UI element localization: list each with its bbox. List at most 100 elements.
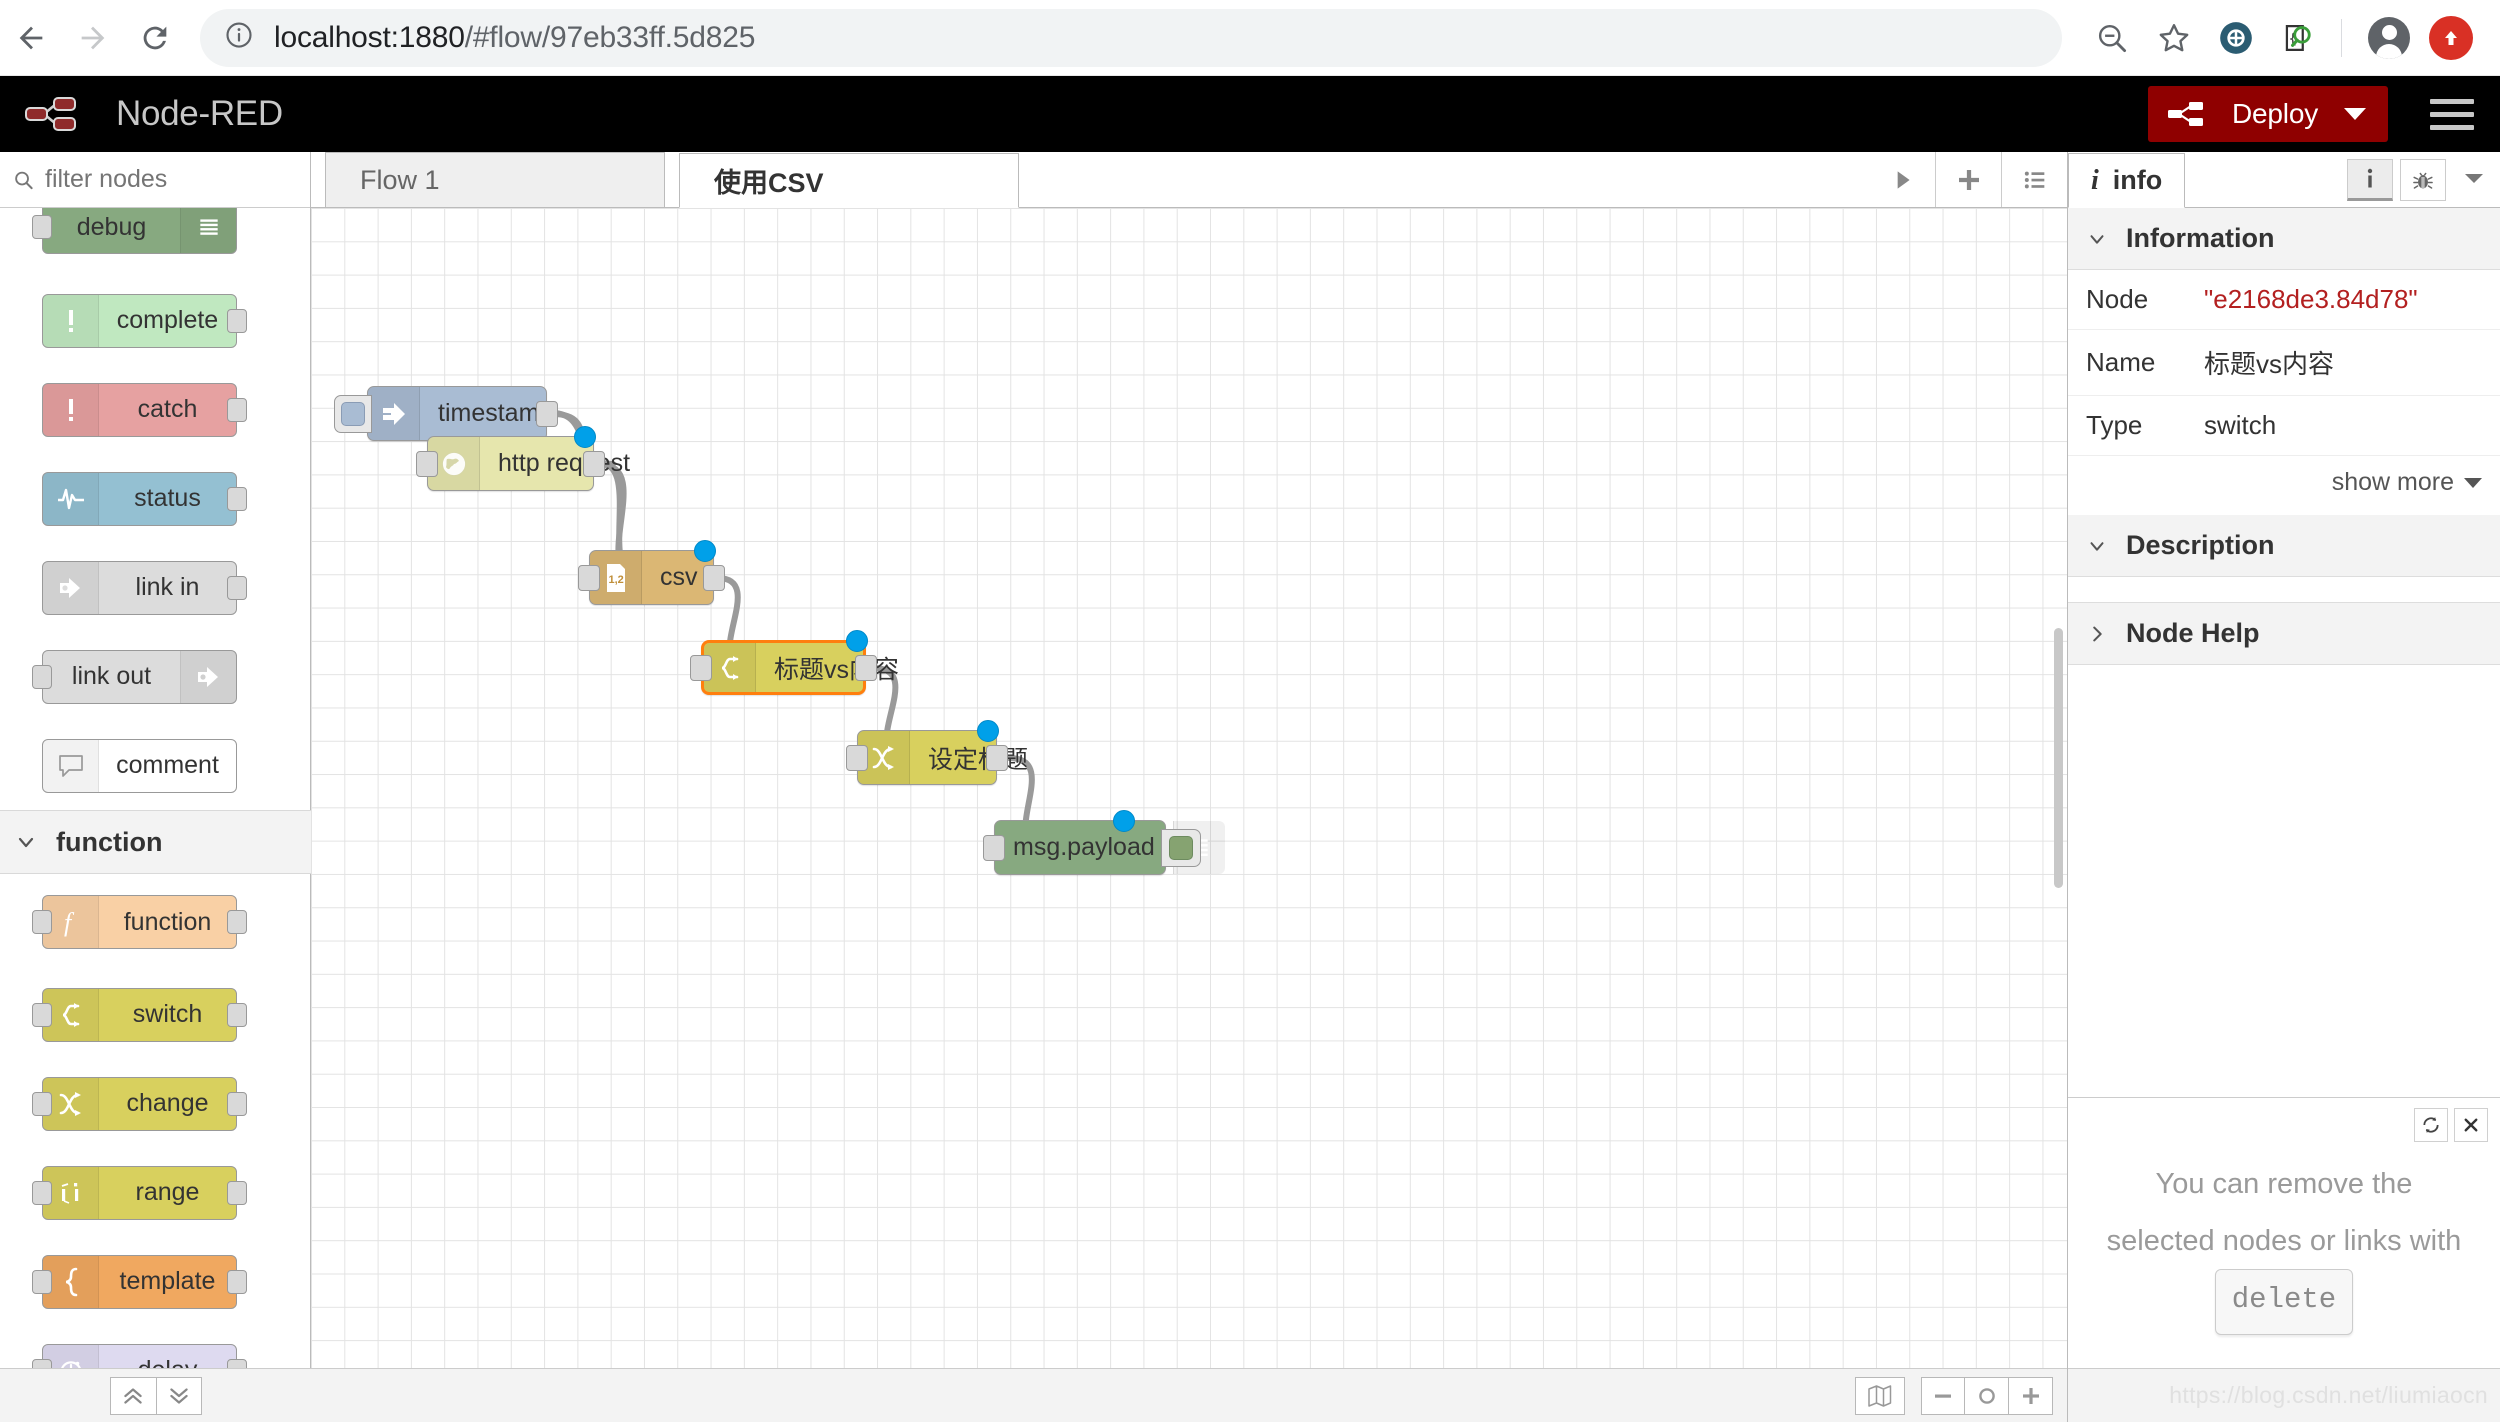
node-input-port[interactable] [846,744,868,771]
profile-button[interactable] [2360,9,2418,67]
node-output-port[interactable] [227,910,247,934]
update-button[interactable] [2422,9,2480,67]
palette-node-catch[interactable]: catch [0,365,311,454]
palette-node-label: status [134,484,201,512]
palette-list[interactable]: debug complete catch status link in link… [0,208,311,1368]
node-input-port[interactable] [32,664,52,689]
main-area: debug [0,152,2500,1422]
palette-node-debug[interactable]: debug [0,208,311,276]
node-output-port[interactable] [227,1180,247,1205]
palette-node-delay[interactable]: delay [0,1326,311,1368]
flow-node-switch-title-vs-content[interactable]: 标题vs内容 [690,630,899,695]
inject-trigger-button[interactable] [334,394,372,433]
sidebar-debug-button[interactable] [2400,159,2446,201]
sidebar-tab-buttons [2340,159,2500,207]
zoom-in-button[interactable] [2009,1376,2053,1415]
main-menu-button[interactable] [2422,83,2482,146]
node-input-port[interactable] [32,1091,52,1116]
zoom-reset-button[interactable] [1965,1376,2009,1415]
palette-node-template[interactable]: template [0,1237,311,1326]
extension-inspect-button[interactable]: { [2269,9,2327,67]
node-input-port[interactable] [578,564,600,591]
palette-node-range[interactable]: range [0,1148,311,1237]
tab-flow-1[interactable]: Flow 1 [325,152,665,207]
node-input-port[interactable] [32,910,52,934]
node-output-port[interactable] [986,744,1008,771]
flow-node-label: msg.payload [1013,833,1155,861]
flow-canvas[interactable]: timestamp http request 1,2 csv 标题vs内容 设定… [311,208,2067,1368]
palette-node-status[interactable]: status [0,454,311,543]
app-title: Node-RED [116,94,283,133]
reload-button[interactable] [124,7,186,69]
palette-node-label: catch [137,395,198,423]
node-output-port[interactable] [227,397,247,422]
node-output-port[interactable] [227,1358,247,1368]
node-input-port[interactable] [32,215,52,239]
canvas-vertical-scrollbar[interactable] [2054,628,2063,888]
node-output-port[interactable] [227,486,247,511]
node-output-port[interactable] [583,450,605,477]
tab-csv-flow[interactable]: 使用CSV [679,153,1019,208]
tab-info[interactable]: i info [2068,153,2186,208]
zoom-out-button[interactable] [2083,9,2141,67]
flow-node-change-set-title[interactable]: 设定标题 [846,720,1028,785]
flow-node-http-request[interactable]: http request [416,426,630,491]
bug-icon [2413,172,2433,189]
tip-refresh-button[interactable] [2414,1108,2448,1142]
deploy-dropdown-icon[interactable] [2344,108,2366,120]
site-info-icon[interactable] [224,20,254,55]
node-output-port[interactable] [703,564,725,591]
node-input-port[interactable] [32,1358,52,1368]
extension-e-button[interactable] [2207,9,2265,67]
node-output-port[interactable] [227,575,247,600]
palette-node-label: link in [135,573,200,601]
app-logo[interactable]: Node-RED [0,91,283,137]
section-description[interactable]: Description [2068,515,2500,577]
navigator-toggle-button[interactable] [1855,1376,1905,1415]
collapse-all-button[interactable] [109,1376,156,1415]
forward-button[interactable] [62,7,124,69]
filter-nodes-input[interactable] [45,165,298,194]
sidebar-menu-button[interactable] [2462,169,2486,192]
palette-node-change[interactable]: change [0,1059,311,1148]
address-bar[interactable]: localhost:1880/#flow/97eb33ff.5d825 [200,8,2062,67]
zoom-out-button[interactable] [1921,1376,1965,1415]
node-output-port[interactable] [227,1091,247,1116]
node-output-port[interactable] [227,1269,247,1294]
flow-node-timestamp[interactable]: timestamp [334,386,558,441]
node-input-port[interactable] [32,1002,52,1027]
sidebar-info-button[interactable] [2347,159,2393,201]
show-more-button[interactable]: show more [2068,456,2500,515]
palette-node-function[interactable]: f function [0,874,311,970]
deploy-button[interactable]: Deploy [2148,86,2388,142]
section-node-help[interactable]: Node Help [2068,603,2500,665]
section-information[interactable]: Information [2068,208,2500,270]
link-arrow-icon [43,561,99,614]
bookmark-button[interactable] [2145,9,2203,67]
tip-close-button[interactable] [2454,1108,2488,1142]
node-input-port[interactable] [983,834,1005,861]
node-output-port[interactable] [227,308,247,333]
palette-node-link-in[interactable]: link in [0,543,311,632]
add-flow-button[interactable] [1935,152,2001,207]
palette-node-complete[interactable]: complete [0,276,311,365]
section-label: Information [2126,223,2275,253]
palette-node-switch[interactable]: switch [0,970,311,1059]
palette-node-link-out[interactable]: link out [0,632,311,721]
node-output-port[interactable] [855,654,877,681]
flow-node-debug-msg-payload[interactable]: msg.payload [983,810,1225,875]
expand-all-button[interactable] [155,1376,202,1415]
node-output-port[interactable] [536,400,558,427]
scroll-tabs-right-button[interactable] [1869,152,1935,207]
node-input-port[interactable] [690,654,712,681]
flow-list-button[interactable] [2001,152,2067,207]
flow-node-csv[interactable]: 1,2 csv [578,540,725,605]
palette-category-function[interactable]: function [0,810,311,874]
node-input-port[interactable] [32,1180,52,1205]
back-button[interactable] [0,7,62,69]
palette-node-comment[interactable]: comment [0,721,311,810]
node-output-port[interactable] [227,1002,247,1027]
node-input-port[interactable] [32,1269,52,1294]
debug-toggle-button[interactable] [1161,828,1201,867]
node-input-port[interactable] [416,450,438,477]
